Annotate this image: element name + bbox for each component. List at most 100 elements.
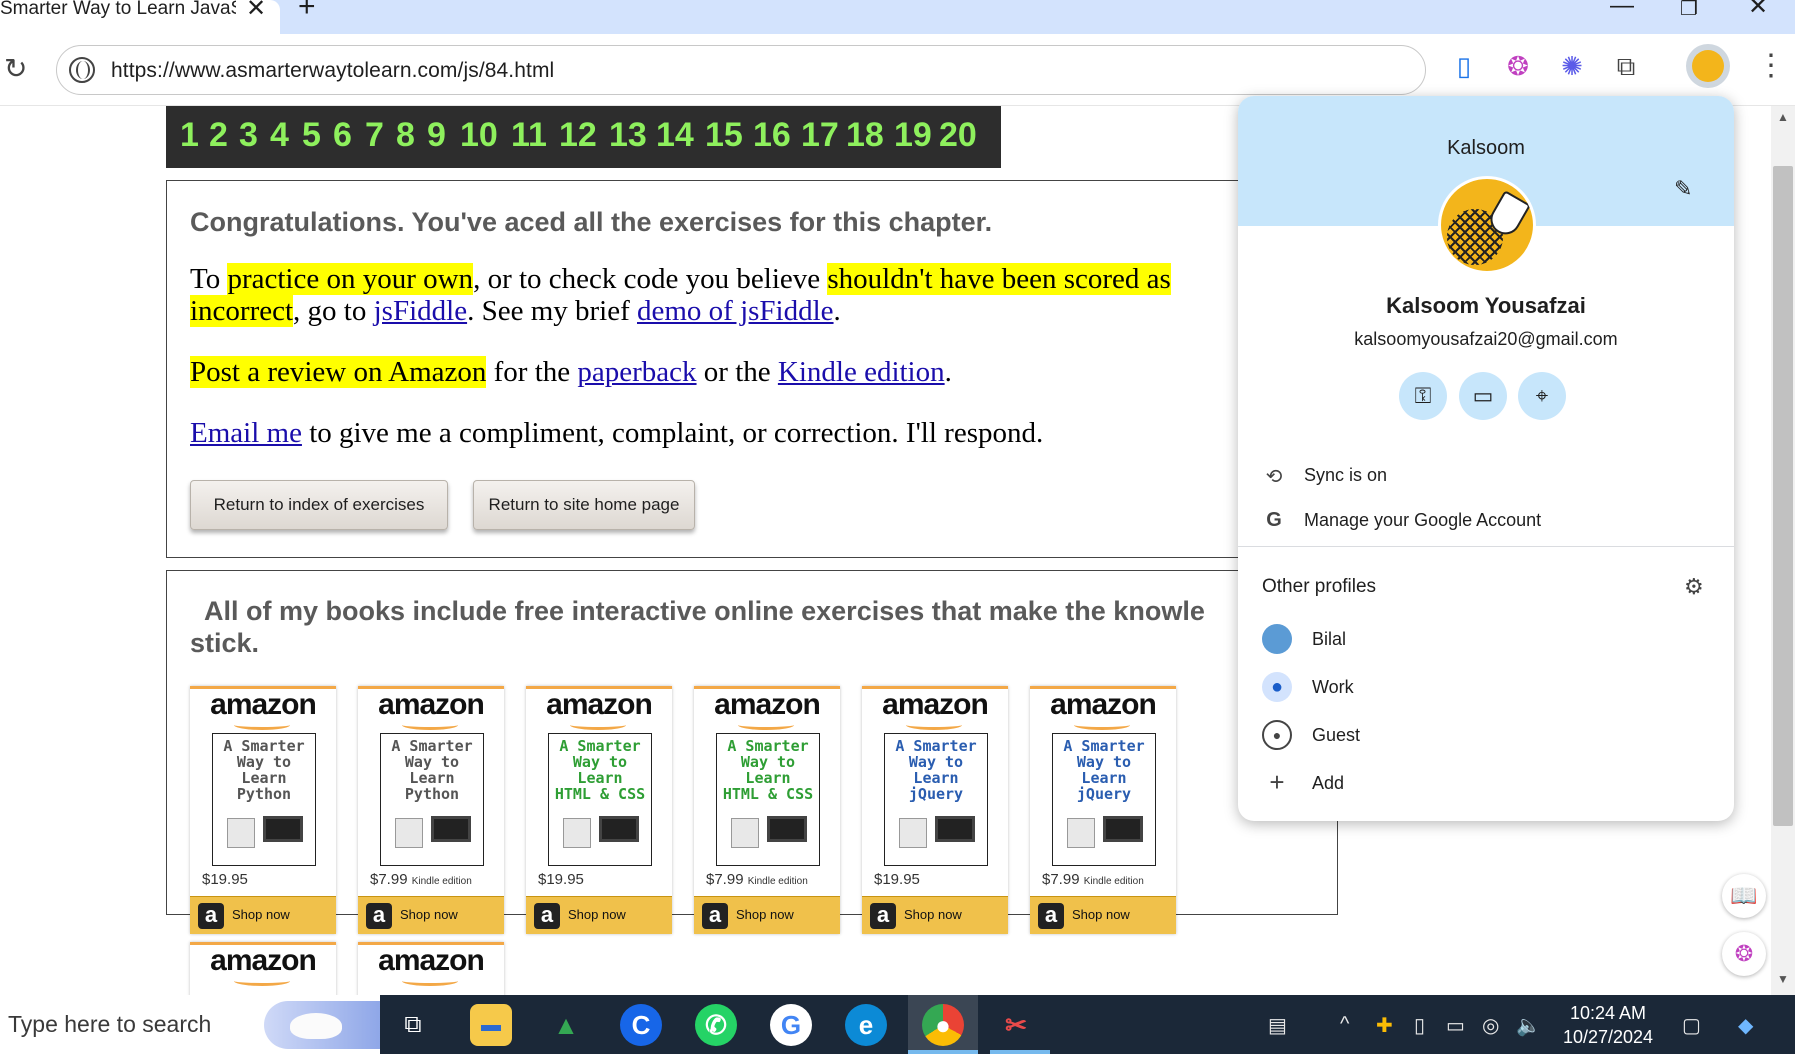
chapter-link[interactable]: 8	[396, 116, 415, 155]
book-cover[interactable]: A Smarter Way to Learn Python	[212, 733, 316, 866]
grammarly-icon[interactable]: G	[770, 1004, 812, 1046]
chapter-link[interactable]: 15	[705, 116, 743, 155]
close-window-icon[interactable]: ✕	[1748, 0, 1768, 21]
book-card[interactable]: amazon A Smarter Way to Learn HTML & CSS $…	[526, 686, 672, 934]
shop-now-button[interactable]: a Shop now	[694, 896, 840, 934]
taskbar-search-box[interactable]: Type here to search	[0, 995, 380, 1054]
email-me-link[interactable]: Email me	[190, 417, 302, 449]
shop-now-button[interactable]: a Shop now	[862, 896, 1008, 934]
return-index-button[interactable]: Return to index of exercises	[190, 480, 448, 530]
active-tab[interactable]: Smarter Way to Learn JavaScr ✕	[0, 0, 280, 34]
kindle-edition-link[interactable]: Kindle edition	[778, 356, 945, 388]
site-info-icon[interactable]	[69, 57, 95, 83]
chapter-link[interactable]: 3	[239, 116, 258, 155]
browser-menu-icon[interactable]: ⋮	[1756, 48, 1786, 83]
brain-assistant-icon[interactable]: ❂	[1722, 932, 1766, 976]
restore-icon[interactable]: ❐	[1680, 0, 1698, 21]
chapter-link[interactable]: 1	[180, 116, 199, 155]
tray-device-icon[interactable]: ▯	[1414, 1013, 1425, 1038]
chapter-link[interactable]: 14	[656, 116, 694, 155]
new-tab-button[interactable]: +	[298, 0, 316, 24]
book-card-partial[interactable]: amazon	[190, 942, 336, 995]
book-card-partial[interactable]: amazon	[358, 942, 504, 995]
google-drive-icon[interactable]: ▲	[545, 1004, 587, 1046]
url-text[interactable]: https://www.asmarterwaytolearn.com/js/84…	[111, 59, 554, 83]
search-placeholder[interactable]: Type here to search	[8, 1011, 211, 1038]
clock[interactable]: 10:24 AM 10/27/2024	[1548, 1001, 1668, 1049]
file-explorer-icon[interactable]: ▬	[470, 1004, 512, 1046]
minimize-icon[interactable]: —	[1610, 0, 1634, 20]
chapter-link[interactable]: 4	[270, 116, 289, 155]
chapter-link[interactable]: 19	[894, 116, 932, 155]
tab-close-icon[interactable]: ✕	[246, 0, 266, 23]
profile-item-work[interactable]: ● Work	[1238, 666, 1734, 708]
profile-item-guest[interactable]: ● Guest	[1238, 714, 1734, 756]
reload-icon[interactable]: ↻	[4, 52, 27, 85]
book-cover[interactable]: A Smarter Way to Learn HTML & CSS	[716, 733, 820, 866]
jsfiddle-link[interactable]: jsFiddle	[374, 295, 467, 327]
chrome-icon[interactable]: ●	[922, 1004, 964, 1046]
page-scrollbar[interactable]: ▲ ▼	[1771, 106, 1795, 995]
scroll-up-icon[interactable]: ▲	[1777, 110, 1789, 124]
chapter-link[interactable]: 18	[846, 116, 884, 155]
demo-jsfiddle-link[interactable]: demo of jsFiddle	[637, 295, 834, 327]
chapter-link[interactable]: 7	[365, 116, 384, 155]
shop-now-button[interactable]: a Shop now	[1030, 896, 1176, 934]
tab-search-icon[interactable]: ▯	[1448, 50, 1480, 82]
scroll-thumb[interactable]	[1773, 166, 1793, 826]
payment-card-icon[interactable]: ▭	[1459, 372, 1507, 420]
whatsapp-icon[interactable]: ✆	[695, 1004, 737, 1046]
edit-pencil-icon[interactable]: ✎	[1674, 176, 1692, 202]
task-view-icon[interactable]: ⧉	[392, 1004, 434, 1046]
manage-account-row[interactable]: G Manage your Google Account	[1238, 501, 1734, 541]
book-cover[interactable]: A Smarter Way to Learn HTML & CSS	[548, 733, 652, 866]
passwords-key-icon[interactable]: ⚿	[1399, 372, 1447, 420]
tray-app-icon[interactable]: ✚	[1376, 1013, 1393, 1038]
scroll-down-icon[interactable]: ▼	[1777, 972, 1789, 986]
paperback-link[interactable]: paperback	[577, 356, 696, 388]
book-card[interactable]: amazon A Smarter Way to Learn jQuery $7.99…	[1030, 686, 1176, 934]
shop-now-button[interactable]: a Shop now	[358, 896, 504, 934]
show-hidden-icons-chevron[interactable]: ^	[1340, 1013, 1349, 1036]
chapter-link[interactable]: 17	[801, 116, 839, 155]
book-cover[interactable]: A Smarter Way to Learn jQuery	[884, 733, 988, 866]
chapter-link[interactable]: 20	[939, 116, 977, 155]
chapter-link[interactable]: 9	[427, 116, 446, 155]
copilot-icon[interactable]: ◆	[1738, 1013, 1753, 1038]
chapter-link[interactable]: 11	[511, 116, 547, 155]
shop-now-button[interactable]: a Shop now	[190, 896, 336, 934]
return-home-button[interactable]: Return to site home page	[473, 480, 695, 530]
book-card[interactable]: amazon A Smarter Way to Learn Python $7.99…	[358, 686, 504, 934]
notifications-icon[interactable]: ▢	[1682, 1013, 1701, 1038]
profile-settings-gear-icon[interactable]: ⚙	[1684, 574, 1704, 600]
reading-mode-icon[interactable]: 📖	[1722, 874, 1766, 918]
chapter-link[interactable]: 5	[302, 116, 321, 155]
sparkle-extension-icon[interactable]: ✺	[1556, 50, 1588, 82]
edge-icon[interactable]: e	[845, 1004, 887, 1046]
extensions-puzzle-icon[interactable]: ⧉	[1610, 50, 1642, 82]
shop-now-button[interactable]: a Shop now	[526, 896, 672, 934]
address-bar[interactable]: https://www.asmarterwaytolearn.com/js/84…	[56, 45, 1426, 95]
profile-item-bilal[interactable]: Bilal	[1238, 618, 1734, 660]
network-globe-icon[interactable]: ◎	[1482, 1013, 1499, 1038]
news-widget-icon[interactable]: ▤	[1268, 1013, 1287, 1038]
book-card[interactable]: amazon A Smarter Way to Learn HTML & CSS $…	[694, 686, 840, 934]
sync-row[interactable]: ⟲ Sync is on	[1238, 456, 1734, 496]
chapter-link[interactable]: 6	[333, 116, 352, 155]
chapter-link[interactable]: 16	[753, 116, 791, 155]
addresses-location-icon[interactable]: ⌖	[1518, 372, 1566, 420]
battery-icon[interactable]: ▭	[1446, 1013, 1465, 1038]
volume-icon[interactable]: 🔈	[1516, 1013, 1541, 1038]
book-cover[interactable]: A Smarter Way to Learn Python	[380, 733, 484, 866]
book-cover[interactable]: A Smarter Way to Learn jQuery	[1052, 733, 1156, 866]
book-card[interactable]: amazon A Smarter Way to Learn jQuery $19.9…	[862, 686, 1008, 934]
chapter-link[interactable]: 13	[609, 116, 647, 155]
profile-item-add[interactable]: + Add	[1238, 762, 1734, 804]
snipping-tool-icon[interactable]: ✂	[995, 1004, 1037, 1046]
c-app-icon[interactable]: C	[620, 1004, 662, 1046]
brain-extension-icon[interactable]: ❂	[1502, 50, 1534, 82]
chapter-link[interactable]: 2	[209, 116, 228, 155]
chapter-link[interactable]: 12	[559, 116, 597, 155]
book-card[interactable]: amazon A Smarter Way to Learn Python $19.9…	[190, 686, 336, 934]
chapter-link[interactable]: 10	[460, 116, 498, 155]
